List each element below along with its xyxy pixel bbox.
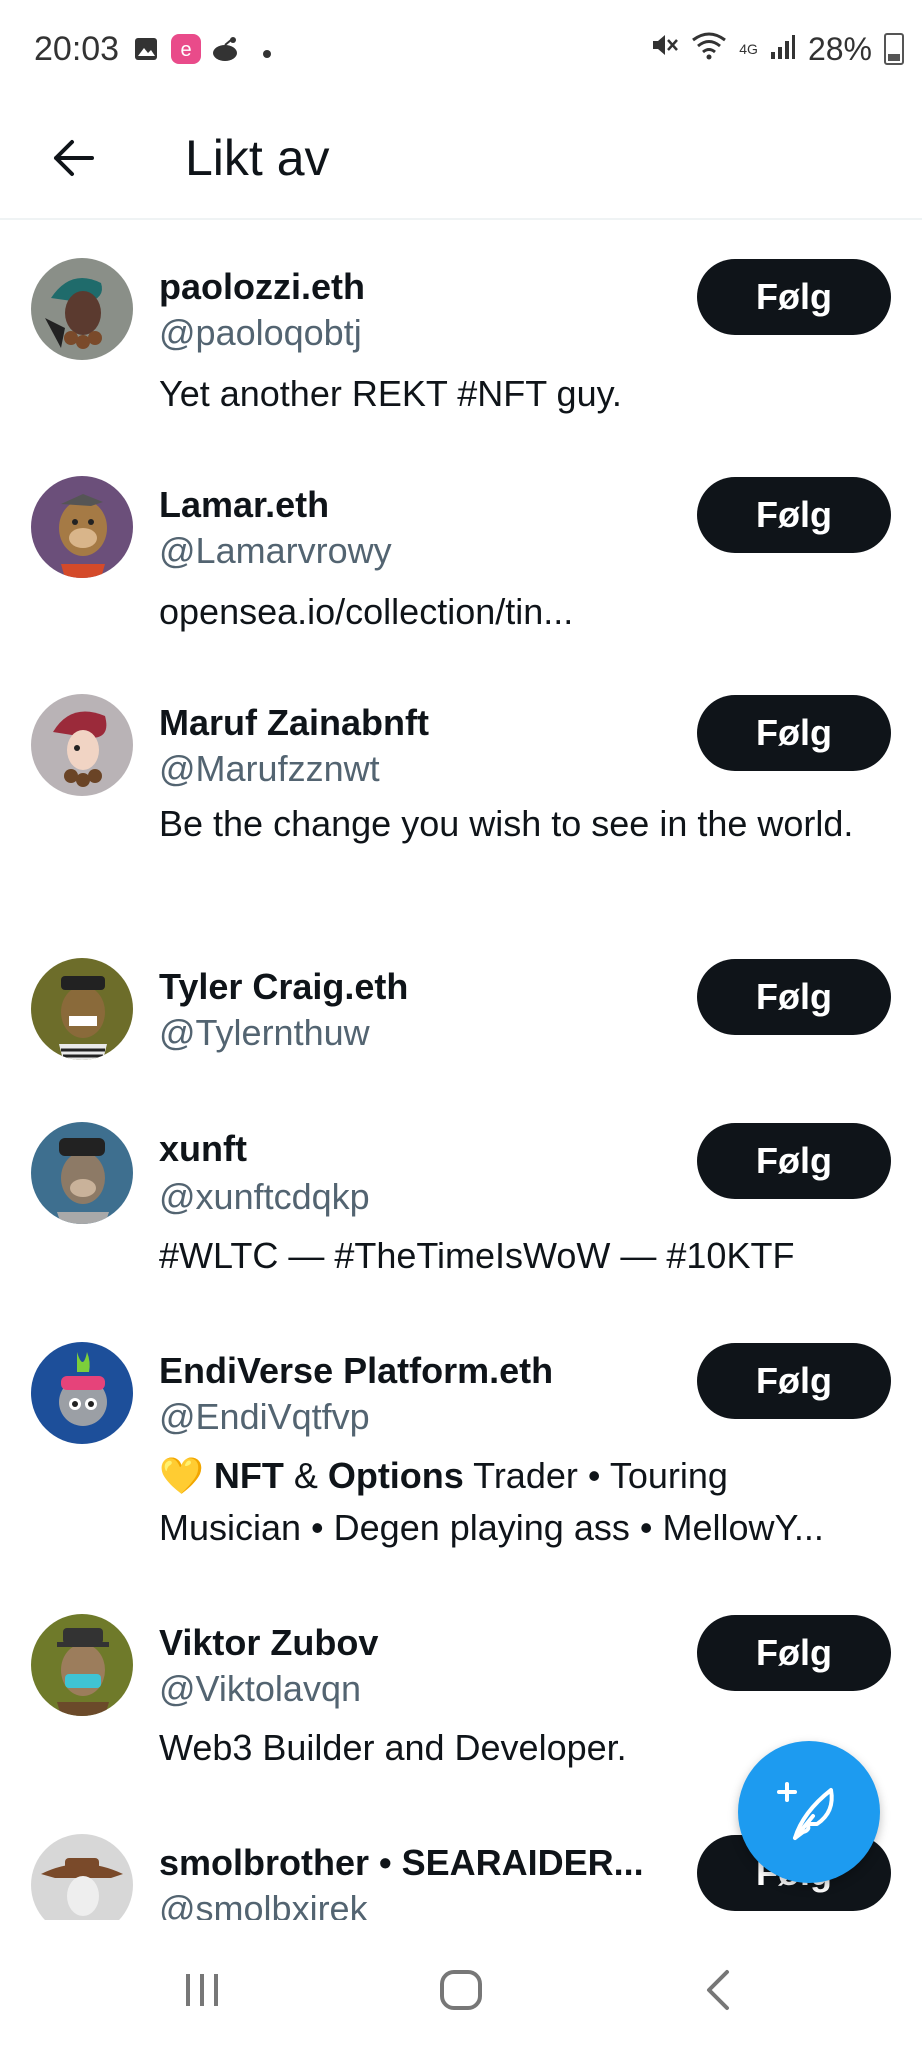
feather-plus-icon <box>777 1782 834 1840</box>
recent-apps-icon <box>186 1974 218 2006</box>
avatar[interactable] <box>31 476 133 578</box>
app-notification-icon: e <box>170 33 202 70</box>
arrow-left-icon <box>54 140 94 176</box>
user-bio: 💛 NFT & Options Trader • Touring Musicia… <box>159 1450 879 1554</box>
back-nav-button[interactable] <box>678 1962 758 2018</box>
follow-button[interactable]: Følg <box>697 1615 891 1691</box>
avatar[interactable] <box>31 258 133 360</box>
avatar[interactable] <box>31 1614 133 1716</box>
user-display-name[interactable]: Viktor Zubov <box>159 1622 378 1664</box>
user-display-name[interactable]: Maruf Zainabnft <box>159 702 429 744</box>
user-handle: @Marufzznwt <box>159 748 380 789</box>
follow-button[interactable]: Følg <box>697 259 891 335</box>
user-display-name[interactable]: xunft <box>159 1128 247 1170</box>
user-display-name[interactable]: EndiVerse Platform.eth <box>159 1350 553 1392</box>
battery-icon <box>884 33 904 65</box>
follow-button[interactable]: Følg <box>697 695 891 771</box>
user-handle: @paoloqobtj <box>159 312 362 353</box>
user-bio: Be the change you wish to see in the wor… <box>159 803 854 844</box>
bio-bold-nft: NFT <box>213 1455 284 1496</box>
avatar[interactable] <box>31 1122 133 1224</box>
user-display-name[interactable]: Tyler Craig.eth <box>159 966 408 1008</box>
user-handle: @Viktolavqn <box>159 1668 361 1709</box>
avatar[interactable] <box>31 694 133 796</box>
compose-tweet-button[interactable] <box>738 1741 880 1883</box>
home-button[interactable] <box>421 1962 501 2018</box>
status-time: 20:03 <box>34 30 120 68</box>
user-handle: @smolbxirek <box>159 1888 368 1920</box>
follow-button[interactable]: Følg <box>697 477 891 553</box>
user-handle: @EndiVqtfvp <box>159 1396 370 1437</box>
follow-button[interactable]: Følg <box>697 1123 891 1199</box>
user-display-name[interactable]: paolozzi.eth <box>159 266 365 308</box>
bio-bold-options: Options <box>327 1455 464 1496</box>
status-right-group: 4G 28% <box>649 30 904 68</box>
user-display-name[interactable]: Lamar.eth <box>159 484 329 526</box>
user-display-name[interactable]: smolbrother • SEARAIDER... <box>159 1842 644 1884</box>
user-handle: @xunftcdqkp <box>159 1176 370 1217</box>
chevron-left-icon <box>707 1970 729 2010</box>
back-button[interactable] <box>40 126 104 190</box>
svg-text:e: e <box>180 39 191 61</box>
reddit-icon <box>210 34 240 69</box>
yellow-heart-icon: 💛 <box>159 1455 214 1496</box>
page-title: Likt av <box>185 130 330 186</box>
user-bio[interactable]: #WLTC — #TheTimeIsWoW — #10KTF <box>159 1230 879 1282</box>
top-app-bar: Likt av <box>0 104 922 220</box>
avatar[interactable] <box>31 1342 133 1444</box>
user-bio: Yet another REKT #NFT guy. <box>159 373 622 414</box>
status-bar: 20:03 e 4G 28% <box>0 0 922 104</box>
home-icon <box>440 1970 482 2010</box>
dot-icon <box>262 46 272 64</box>
follow-button[interactable]: Følg <box>697 959 891 1035</box>
user-bio[interactable]: opensea.io/collection/tin... <box>159 586 879 638</box>
system-nav-bar <box>0 1924 922 2048</box>
gallery-icon <box>133 36 159 67</box>
follow-button[interactable]: Følg <box>697 1343 891 1419</box>
mute-icon <box>649 30 679 68</box>
user-handle: @Lamarvrowy <box>159 530 392 571</box>
user-handle: @Tylernthuw <box>159 1012 370 1053</box>
network-type: 4G <box>739 41 758 57</box>
wifi-icon <box>691 30 727 68</box>
bio-text: & <box>283 1455 328 1496</box>
recent-apps-button[interactable] <box>162 1962 242 2018</box>
avatar[interactable] <box>31 958 133 1060</box>
battery-percent: 28% <box>807 30 872 67</box>
avatar[interactable] <box>31 1834 133 1920</box>
liked-by-list: paolozzi.eth @paoloqobtj Yet another REK… <box>0 220 922 1920</box>
signal-icon <box>770 31 796 68</box>
